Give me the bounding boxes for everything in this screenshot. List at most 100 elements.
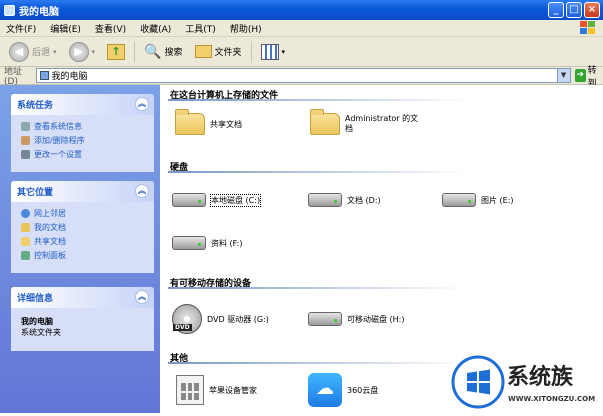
watermark-brand: 系统族 bbox=[507, 365, 574, 390]
place-shared-documents[interactable]: 共享文档 bbox=[21, 234, 146, 248]
item-label: Administrator 的文档 bbox=[345, 114, 419, 133]
apple-device-manager[interactable]: 苹果设备管家 bbox=[176, 375, 257, 405]
group-divider bbox=[168, 171, 468, 173]
back-dropdown-icon[interactable]: ▾ bbox=[53, 48, 57, 56]
dvd-drive-g[interactable]: DVD DVD 驱动器 (G:) bbox=[172, 304, 269, 334]
programs-icon bbox=[21, 135, 30, 145]
item-label: 资料 (F:) bbox=[211, 238, 243, 248]
task-label: 添加/删除程序 bbox=[34, 135, 85, 145]
system-tasks-panel: 系统任务 ︽ 查看系统信息 添加/删除程序 更改一个设置 bbox=[11, 94, 154, 172]
admin-documents-folder[interactable]: Administrator 的文档 bbox=[310, 109, 420, 135]
group-divider bbox=[168, 99, 468, 101]
group-divider bbox=[168, 362, 468, 364]
drive-d[interactable]: 文档 (D:) bbox=[308, 193, 381, 207]
collapse-icon[interactable]: ︽ bbox=[135, 290, 149, 304]
task-view-system-info[interactable]: 查看系统信息 bbox=[21, 119, 146, 133]
collapse-icon[interactable]: ︽ bbox=[135, 97, 149, 111]
place-my-documents[interactable]: 我的文档 bbox=[21, 220, 146, 234]
toolbar-separator bbox=[134, 40, 136, 63]
network-icon bbox=[21, 208, 30, 218]
views-icon bbox=[260, 43, 279, 60]
back-label: 后退 bbox=[32, 48, 51, 58]
item-label: 共享文档 bbox=[210, 119, 242, 129]
panel-title: 其它位置 bbox=[17, 188, 54, 198]
address-input[interactable]: 我的电脑 ▼ bbox=[35, 68, 571, 83]
hard-drive-icon bbox=[172, 236, 206, 250]
dvd-icon: DVD bbox=[172, 304, 202, 334]
shared-documents-folder[interactable]: 共享文档 bbox=[175, 109, 242, 135]
drive-c[interactable]: 本地磁盘 (C:) bbox=[172, 193, 262, 207]
place-label: 网上邻居 bbox=[34, 208, 66, 218]
search-button[interactable]: 🔍 搜索 bbox=[141, 40, 185, 64]
views-dropdown-icon: ▾ bbox=[281, 47, 286, 56]
item-label: 文档 (D:) bbox=[347, 195, 381, 205]
window-title: 我的电脑 bbox=[19, 6, 59, 18]
cloud-icon: ☁ bbox=[308, 373, 342, 407]
details-name: 我的电脑 bbox=[21, 317, 53, 326]
removable-disk-h[interactable]: 可移动磁盘 (H:) bbox=[308, 312, 405, 326]
panel-title: 详细信息 bbox=[17, 294, 54, 304]
place-label: 共享文档 bbox=[34, 236, 66, 246]
search-icon: 🔍 bbox=[144, 43, 162, 60]
folder-icon bbox=[310, 109, 340, 135]
settings-icon bbox=[21, 149, 30, 159]
control-panel-icon bbox=[21, 250, 30, 260]
watermark: 系统族 WWW.XITONGZU.COM bbox=[451, 355, 601, 413]
folder-icon bbox=[21, 236, 30, 246]
up-folder-button[interactable]: ↑ bbox=[104, 40, 128, 64]
menu-help[interactable]: 帮助(H) bbox=[230, 22, 262, 35]
hard-drive-icon bbox=[308, 193, 342, 207]
back-button[interactable]: ◀ 后退 ▾ bbox=[6, 40, 60, 64]
task-label: 查看系统信息 bbox=[34, 121, 82, 131]
address-value: 我的电脑 bbox=[51, 72, 88, 82]
menu-view[interactable]: 查看(V) bbox=[95, 22, 126, 35]
menu-bar: 文件(F) 编辑(E) 查看(V) 收藏(A) 工具(T) 帮助(H) bbox=[0, 20, 603, 37]
hard-drive-icon bbox=[172, 193, 206, 207]
documents-icon bbox=[21, 222, 30, 232]
address-bar: 地址(D) 我的电脑 ▼ ➜ 转到 bbox=[0, 66, 603, 89]
task-label: 更改一个设置 bbox=[34, 149, 82, 159]
details-panel: 详细信息 ︽ 我的电脑 系统文件夹 bbox=[11, 287, 154, 351]
folder-icon bbox=[194, 45, 212, 58]
task-add-remove-programs[interactable]: 添加/删除程序 bbox=[21, 133, 146, 147]
address-dropdown-icon[interactable]: ▼ bbox=[556, 69, 570, 82]
task-pane: 系统任务 ︽ 查看系统信息 添加/删除程序 更改一个设置 其它位置 ︽ 网上邻居… bbox=[0, 85, 160, 413]
cloud-drive-360[interactable]: ☁ 360云盘 bbox=[308, 373, 378, 407]
up-folder-icon: ↑ bbox=[107, 43, 126, 60]
hard-drive-icon bbox=[442, 193, 476, 207]
item-label: 本地磁盘 (C:) bbox=[209, 193, 262, 207]
drive-f[interactable]: 资料 (F:) bbox=[172, 236, 242, 250]
forward-button[interactable]: ▶ ▾ bbox=[66, 40, 99, 64]
item-label: 360云盘 bbox=[347, 385, 379, 395]
menu-edit[interactable]: 编辑(E) bbox=[50, 22, 81, 35]
menu-favorites[interactable]: 收藏(A) bbox=[140, 22, 171, 35]
collapse-icon[interactable]: ︽ bbox=[135, 184, 149, 198]
folders-button[interactable]: 文件夹 bbox=[192, 40, 245, 64]
maximize-button[interactable]: □ bbox=[566, 2, 582, 18]
forward-arrow-icon: ▶ bbox=[68, 41, 89, 62]
title-bar[interactable]: 我的电脑 _ □ × bbox=[0, 0, 603, 20]
panel-header[interactable]: 其它位置 ︽ bbox=[11, 181, 154, 202]
place-label: 控制面板 bbox=[34, 250, 66, 260]
panel-header[interactable]: 系统任务 ︽ bbox=[11, 94, 154, 115]
panel-header[interactable]: 详细信息 ︽ bbox=[11, 287, 154, 308]
toolbar-separator bbox=[250, 40, 252, 63]
menu-tools[interactable]: 工具(T) bbox=[185, 22, 216, 35]
other-places-panel: 其它位置 ︽ 网上邻居 我的文档 共享文档 控制面板 bbox=[11, 181, 154, 273]
group-divider bbox=[168, 287, 468, 289]
close-button[interactable]: × bbox=[584, 2, 600, 18]
folder-icon bbox=[175, 109, 205, 135]
minimize-button[interactable]: _ bbox=[548, 2, 564, 18]
address-label: 地址(D) bbox=[4, 67, 23, 87]
item-label: 苹果设备管家 bbox=[209, 385, 257, 395]
place-control-panel[interactable]: 控制面板 bbox=[21, 248, 146, 262]
menu-file[interactable]: 文件(F) bbox=[6, 22, 36, 35]
watermark-url: WWW.XITONGZU.COM bbox=[508, 395, 596, 403]
forward-dropdown-icon[interactable]: ▾ bbox=[92, 48, 96, 56]
back-arrow-icon: ◀ bbox=[9, 41, 29, 62]
views-button[interactable]: ▾ bbox=[258, 40, 289, 64]
place-network[interactable]: 网上邻居 bbox=[21, 206, 146, 220]
details-type: 系统文件夹 bbox=[21, 328, 61, 337]
task-change-setting[interactable]: 更改一个设置 bbox=[21, 147, 146, 161]
drive-e[interactable]: 图片 (E:) bbox=[442, 193, 514, 207]
